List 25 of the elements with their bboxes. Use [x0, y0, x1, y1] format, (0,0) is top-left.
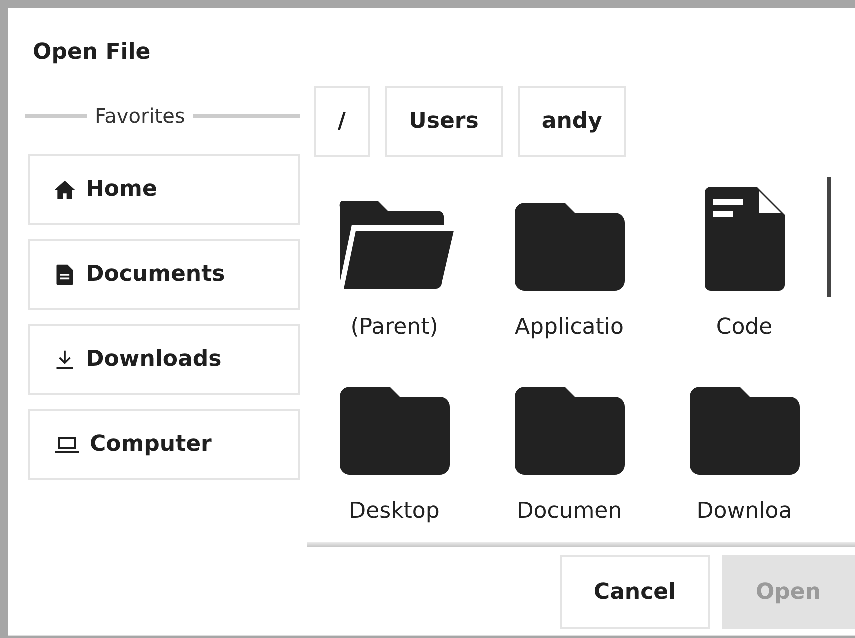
sidebar-item[interactable]: Home — [28, 154, 300, 225]
file-name[interactable]: Code — [716, 317, 773, 339]
folder-icon — [514, 387, 624, 475]
folder-icon — [340, 387, 450, 475]
sidebar-item[interactable]: Downloads — [28, 324, 300, 395]
home-icon — [54, 178, 76, 200]
file-name[interactable]: Applicatio — [515, 317, 624, 339]
path-segment[interactable]: Users — [385, 86, 503, 157]
folder-icon — [690, 387, 800, 475]
file-name[interactable]: (Parent) — [350, 317, 438, 339]
folder-icon — [514, 203, 624, 291]
cancel-button[interactable]: Cancel — [560, 555, 710, 629]
scrollbar-thumb[interactable] — [827, 177, 831, 297]
window-title: Open File — [32, 39, 152, 64]
path-segment[interactable]: / — [314, 86, 370, 157]
file-name[interactable]: Desktop — [349, 501, 440, 523]
sidebar-item[interactable]: Documents — [28, 239, 300, 310]
file-icon — [704, 187, 784, 291]
download-icon — [54, 348, 76, 370]
path-segment[interactable]: andy — [518, 86, 626, 157]
file-name[interactable]: Documen — [516, 501, 622, 523]
favorites-heading: Favorites — [95, 106, 186, 126]
file-name[interactable]: Downloa — [696, 501, 792, 523]
document-icon — [54, 264, 76, 286]
sidebar-item[interactable]: Computer — [28, 409, 300, 480]
